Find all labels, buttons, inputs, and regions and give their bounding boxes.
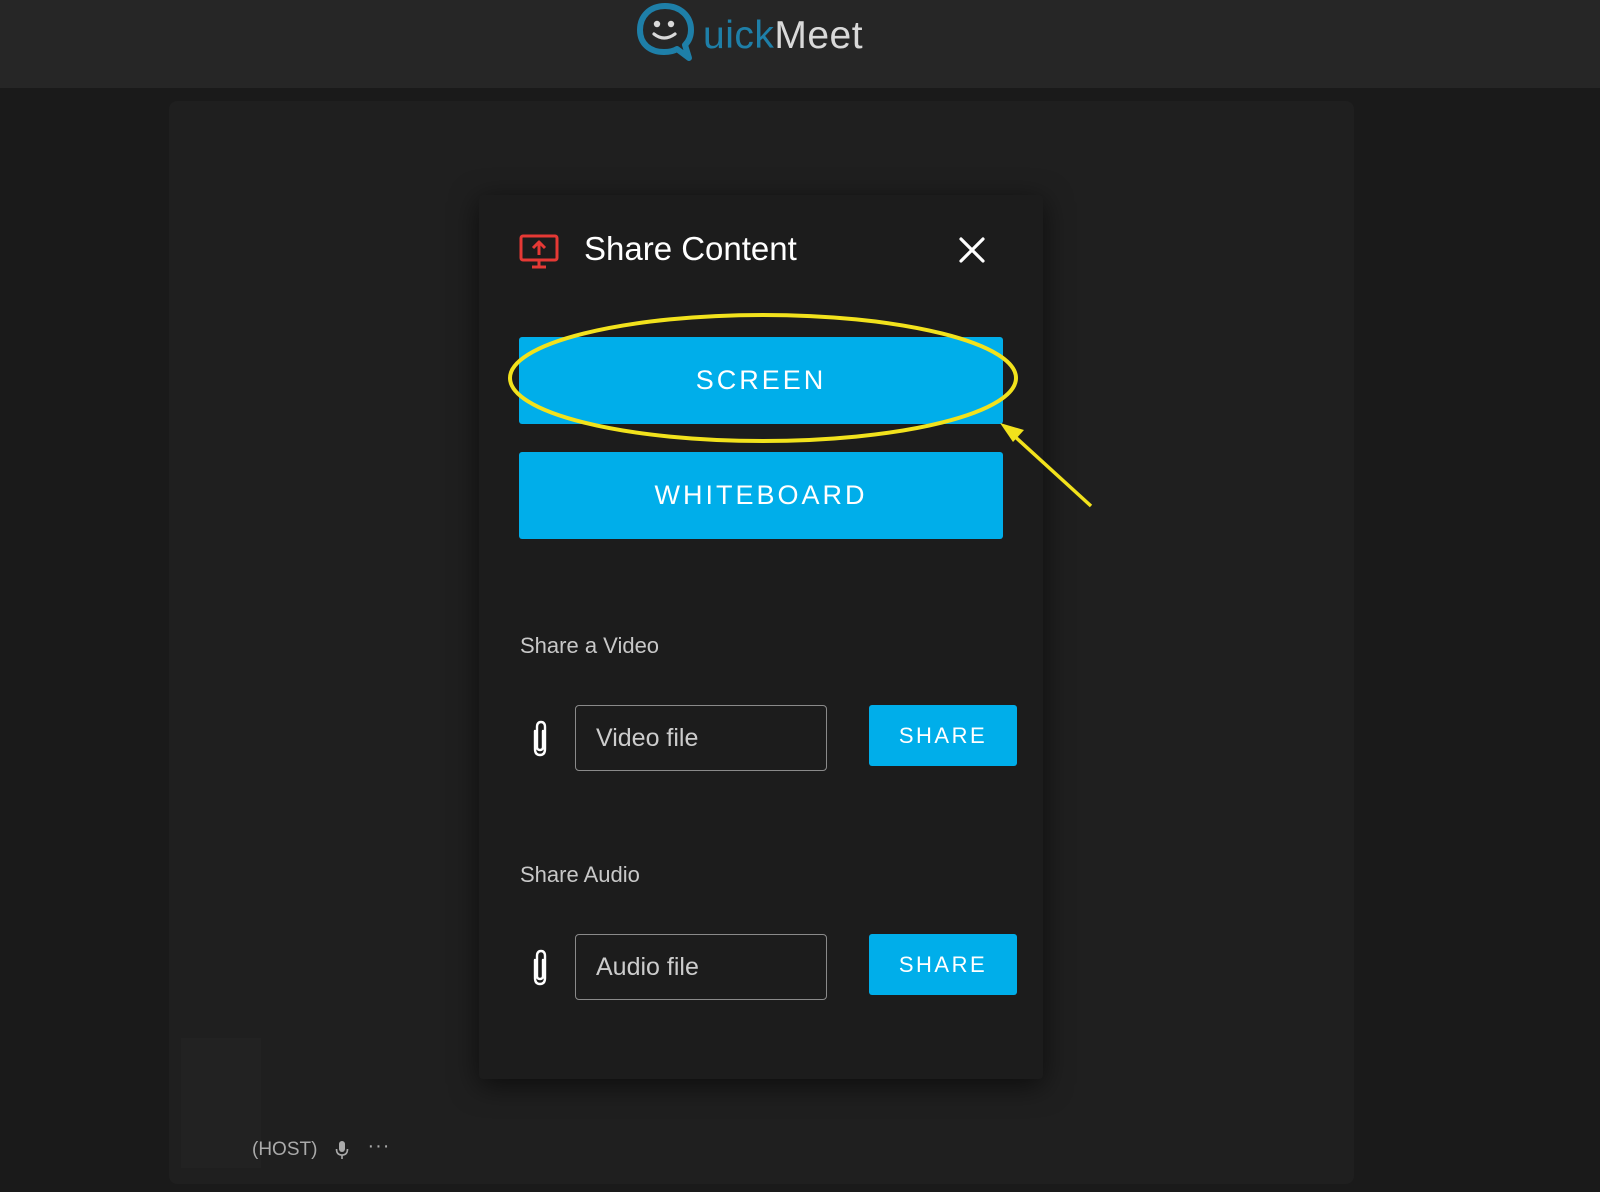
share-content-dialog: Share Content SCREEN WHITEBOARD Share a …: [479, 195, 1043, 1079]
share-video-button[interactable]: SHARE: [869, 705, 1017, 766]
dialog-header: Share Content: [479, 195, 1043, 305]
screen-share-icon: [519, 234, 559, 269]
quickmeet-logo[interactable]: uickMeet: [634, 0, 894, 66]
share-audio-button[interactable]: SHARE: [869, 934, 1017, 995]
audio-file-input[interactable]: Audio file: [575, 934, 827, 1000]
participant-toolbar: (HOST) ···: [252, 1130, 390, 1170]
logo-text-part2: Meet: [774, 14, 864, 57]
paperclip-icon[interactable]: [527, 948, 553, 988]
share-audio-label: Share Audio: [520, 862, 640, 887]
share-whiteboard-button[interactable]: WHITEBOARD: [519, 452, 1003, 539]
top-bar: uickMeet: [0, 0, 1600, 88]
close-icon[interactable]: [957, 235, 987, 265]
paperclip-icon[interactable]: [527, 719, 553, 759]
logo-wordmark: uickMeet: [703, 12, 863, 60]
logo-text-part1: uick: [703, 14, 775, 57]
host-label: (HOST): [252, 1139, 318, 1160]
microphone-icon[interactable]: [335, 1140, 349, 1160]
participant-tile: [181, 1038, 261, 1168]
more-options-icon[interactable]: ···: [367, 1136, 390, 1156]
share-screen-button[interactable]: SCREEN: [519, 337, 1003, 424]
chat-bubble-smiley-icon: [637, 3, 694, 61]
share-video-label: Share a Video: [520, 633, 660, 658]
video-file-input[interactable]: Video file: [575, 705, 827, 771]
dialog-title: Share Content: [584, 230, 797, 267]
